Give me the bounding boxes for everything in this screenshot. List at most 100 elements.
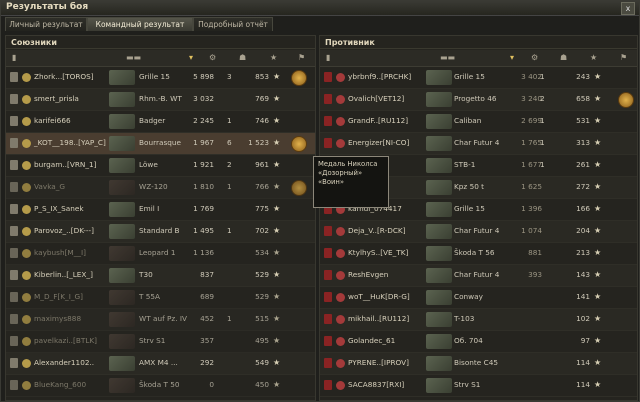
player-name[interactable]: maximys888 — [34, 314, 81, 323]
table-row[interactable]: _KOT__198..[YAP_C] Bourrasque 1 967 6 1 523 ★ — [6, 133, 315, 155]
table-row[interactable]: Golandec_61 Об. 704 97 ★ — [320, 331, 637, 353]
allies-title: Союзники — [6, 36, 315, 49]
sort-arrow-icon[interactable]: ▾ — [510, 53, 514, 62]
medal-icon[interactable] — [291, 180, 307, 196]
medal-icon[interactable] — [291, 136, 307, 152]
table-row[interactable]: Deja_V..[R-DCK] Char Futur 4 1 074 204 ★ — [320, 221, 637, 243]
player-name[interactable]: PYRENE..[IPROV] — [348, 358, 409, 367]
tab-team-result[interactable]: Командный результат — [87, 17, 193, 31]
platoon-icon — [10, 182, 18, 192]
player-name[interactable]: Kiberlin..[_LEX_] — [34, 270, 93, 279]
platoon-icon — [324, 226, 332, 236]
battle-results-window: Результаты боя x Личный результат Команд… — [0, 0, 640, 402]
table-row[interactable]: ReshEvgen Char Futur 4 393 143 ★ — [320, 265, 637, 287]
achievements-column-icon[interactable]: ⚑ — [620, 53, 627, 62]
kills-column-icon[interactable]: ☗ — [239, 53, 246, 62]
xp-star-icon: ★ — [594, 182, 602, 191]
player-name[interactable]: BlueKang_600 — [34, 380, 86, 389]
table-row[interactable]: Vavka_G WZ-120 1 810 1 766 ★ — [6, 177, 315, 199]
player-name[interactable]: Ovalich[VET12] — [348, 94, 404, 103]
tank-column-icon[interactable]: ▬▬ — [440, 53, 455, 62]
player-name[interactable]: smert_prisla — [34, 94, 79, 103]
damage-column-icon[interactable]: ⚙ — [209, 53, 216, 62]
platoon-icon — [324, 138, 332, 148]
table-row[interactable]: BlueKang_600 Škoda T 50 0 450 ★ — [6, 375, 315, 397]
table-row[interactable]: woT__HuK[DR-G] Conway 141 ★ — [320, 287, 637, 309]
player-name[interactable]: SACA8837[RXI] — [348, 380, 404, 389]
table-row[interactable]: Zhork...[TOROS] Grille 15 5 898 3 853 ★ — [6, 67, 315, 89]
player-name[interactable]: GrandF..[RU112] — [348, 116, 408, 125]
medal-icon[interactable] — [618, 92, 634, 108]
player-name[interactable]: P_S_IX_Sanek — [34, 204, 84, 213]
tab-detailed-report[interactable]: Подробный отчёт — [193, 17, 273, 31]
platoon-icon — [324, 314, 332, 324]
platoon-column-icon[interactable]: ▮ — [326, 53, 330, 62]
clan-emblem-icon — [336, 381, 345, 390]
table-row[interactable]: Ovalich[VET12] Progetto 46 3 240 2 658 ★ — [320, 89, 637, 111]
player-name[interactable]: _KOT__198..[YAP_C] — [34, 138, 106, 147]
table-row[interactable]: Energizer[NI-CO] Char Futur 4 1 765 1 313 ★ — [320, 133, 637, 155]
medal-icon[interactable] — [291, 70, 307, 86]
player-name[interactable]: burgam..[VRN_1] — [34, 160, 96, 169]
player-name[interactable]: Golandec_61 — [348, 336, 395, 345]
player-name[interactable]: Alexander1102.. — [34, 358, 94, 367]
player-name[interactable]: karifei666 — [34, 116, 71, 125]
table-row[interactable]: ybrbnf9..[PRCHK] Grille 15 3 402 1 243 ★ — [320, 67, 637, 89]
player-name[interactable]: M_D_F[K_I_G] — [34, 292, 83, 301]
tank-name: Caliban — [454, 116, 482, 125]
player-name[interactable]: pavelkazi..[BTLK] — [34, 336, 97, 345]
player-name[interactable]: Energizer[NI-CO] — [348, 138, 409, 147]
table-row[interactable]: karifei666 Badger 2 245 1 746 ★ — [6, 111, 315, 133]
achievements-column-icon[interactable]: ⚑ — [298, 53, 305, 62]
platoon-icon — [10, 292, 18, 302]
table-row[interactable]: Alexander1102.. AMX M4 ... 292 549 ★ — [6, 353, 315, 375]
table-row[interactable]: M_D_F[K_I_G] T 55A 689 529 ★ — [6, 287, 315, 309]
damage-value: 2 245 — [193, 116, 214, 125]
table-row[interactable]: Parovoz_..[DK---] Standard B 1 495 1 702 ★ — [6, 221, 315, 243]
kills-column-icon[interactable]: ☗ — [560, 53, 567, 62]
table-row[interactable]: smert_prisla Rhm.-B. WT 3 032 769 ★ — [6, 89, 315, 111]
damage-value: 452 — [200, 314, 214, 323]
platoon-column-icon[interactable]: ▮ — [12, 53, 16, 62]
table-row[interactable]: GrandF..[RU112] Caliban 2 699 1 531 ★ — [320, 111, 637, 133]
damage-value: 0 — [209, 380, 214, 389]
player-name[interactable]: ybrbnf9..[PRCHK] — [348, 72, 411, 81]
table-row[interactable]: pavelkazi..[BTLK] Strv S1 357 495 ★ — [6, 331, 315, 353]
tank-name: Char Futur 4 — [454, 226, 500, 235]
close-button[interactable]: x — [621, 2, 635, 15]
table-row[interactable]: maximys888 WT auf Pz. IV 452 1 515 ★ — [6, 309, 315, 331]
player-name[interactable]: Deja_V..[R-DCK] — [348, 226, 406, 235]
tank-icon — [426, 378, 452, 393]
tank-column-icon[interactable]: ▬▬ — [126, 53, 141, 62]
tank-icon — [426, 268, 452, 283]
table-row[interactable]: SACA8837[RXI] Strv S1 114 ★ — [320, 375, 637, 397]
platoon-icon — [10, 358, 18, 368]
xp-column-icon[interactable]: ★ — [590, 53, 597, 62]
table-row[interactable]: mikhail..[RU112] T-103 102 ★ — [320, 309, 637, 331]
clan-emblem-icon — [336, 271, 345, 280]
tank-name: Leopard 1 — [139, 248, 176, 257]
player-name[interactable]: Zhork...[TOROS] — [34, 72, 94, 81]
platoon-icon — [10, 204, 18, 214]
xp-column-icon[interactable]: ★ — [270, 53, 277, 62]
table-row[interactable]: kaybush[M__I] Leopard 1 1 136 534 ★ — [6, 243, 315, 265]
damage-value: 3 032 — [193, 94, 214, 103]
table-row[interactable]: P_S_IX_Sanek Emil I 1 769 775 ★ — [6, 199, 315, 221]
player-name[interactable]: mikhail..[RU112] — [348, 314, 409, 323]
damage-value: 5 898 — [193, 72, 214, 81]
table-row[interactable]: PYRENE..[IPROV] Bisonte C45 114 ★ — [320, 353, 637, 375]
player-name[interactable]: KtylhyS..[VE_TK] — [348, 248, 408, 257]
table-row[interactable]: KtylhyS..[VE_TK] Škoda T 56 881 213 ★ — [320, 243, 637, 265]
player-name[interactable]: ReshEvgen — [348, 270, 388, 279]
player-name[interactable]: woT__HuK[DR-G] — [348, 292, 410, 301]
tab-personal-result[interactable]: Личный результат — [5, 17, 87, 31]
table-row[interactable]: Kiberlin..[_LEX_] T30 837 529 ★ — [6, 265, 315, 287]
sort-arrow-icon[interactable]: ▾ — [189, 53, 193, 62]
player-name[interactable]: Vavka_G — [34, 182, 65, 191]
damage-column-icon[interactable]: ⚙ — [531, 53, 538, 62]
player-name[interactable]: kaybush[M__I] — [34, 248, 86, 257]
xp-value: 450 — [255, 380, 269, 389]
player-name[interactable]: Parovoz_..[DK---] — [34, 226, 94, 235]
tank-icon — [426, 246, 452, 261]
table-row[interactable]: burgam..[VRN_1] Löwe 1 921 2 961 ★ — [6, 155, 315, 177]
